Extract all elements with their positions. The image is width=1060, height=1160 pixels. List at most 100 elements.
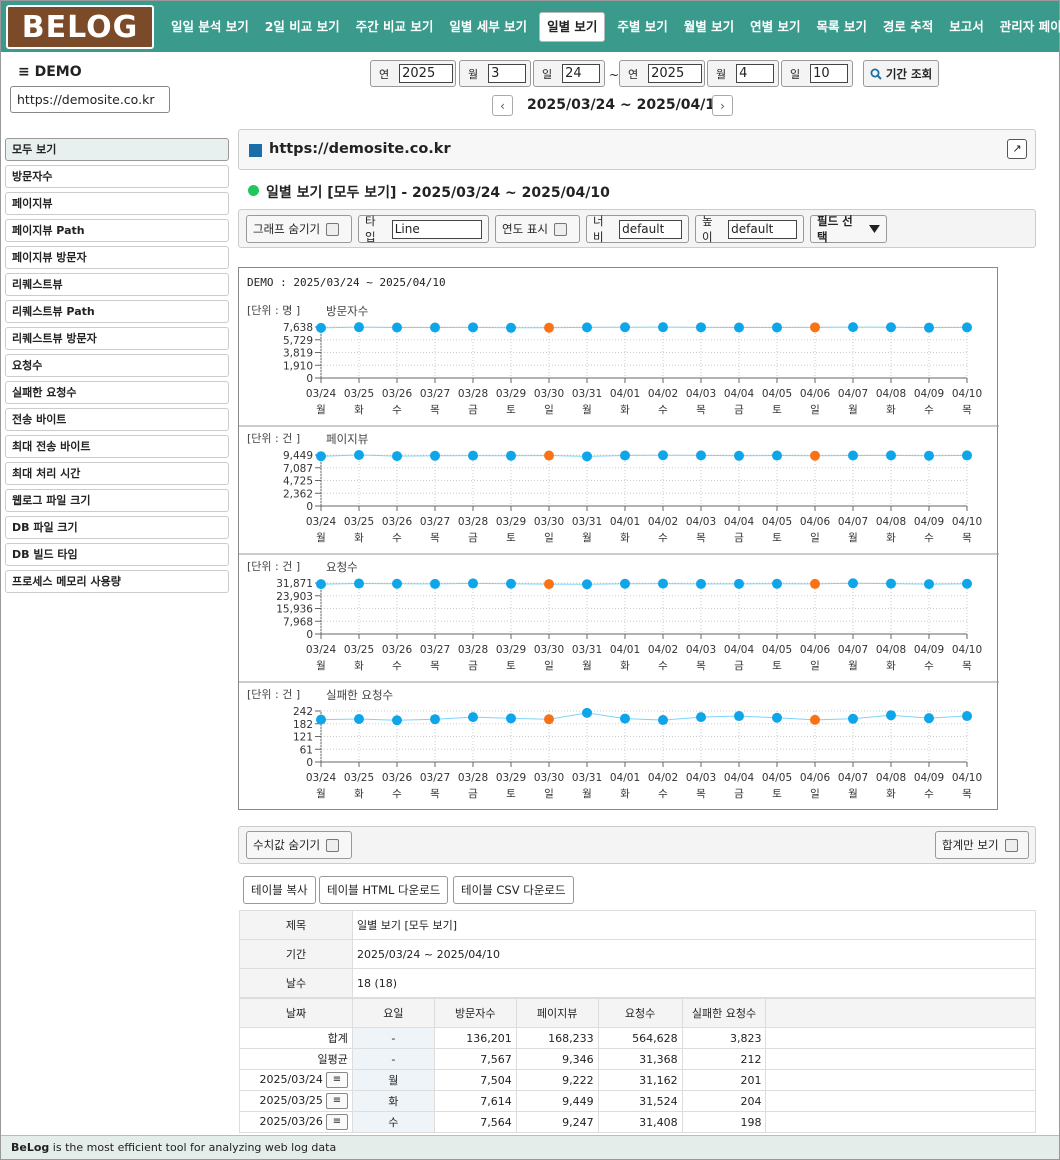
start-day-input[interactable]: 24 <box>562 64 601 83</box>
nav-item[interactable]: 일별 세부 보기 <box>441 12 535 42</box>
data-point[interactable] <box>430 322 440 333</box>
data-point[interactable] <box>848 450 858 461</box>
data-point[interactable] <box>810 578 820 589</box>
data-point[interactable] <box>620 322 630 333</box>
data-point[interactable] <box>696 322 706 333</box>
nav-item[interactable]: 일별 보기 <box>539 11 606 42</box>
site-label[interactable]: ≡ DEMO <box>18 64 82 80</box>
table-copy-button[interactable]: 테이블 복사 <box>243 876 316 904</box>
data-point[interactable] <box>620 578 630 589</box>
width-input[interactable]: default <box>619 219 682 239</box>
nav-item[interactable]: 2일 비교 보기 <box>257 12 348 42</box>
row-detail-button[interactable]: ≡ <box>325 1093 348 1109</box>
height-input[interactable]: default <box>728 219 797 239</box>
end-month-input[interactable]: 4 <box>736 64 775 83</box>
year-display-checkbox[interactable] <box>553 222 567 236</box>
data-point[interactable] <box>506 322 516 333</box>
start-month-input[interactable]: 3 <box>488 64 527 83</box>
data-point[interactable] <box>924 450 934 461</box>
nav-item[interactable]: 주별 보기 <box>609 12 675 42</box>
data-point[interactable] <box>886 710 896 721</box>
type-input[interactable]: Line <box>391 219 482 239</box>
data-point[interactable] <box>392 451 402 462</box>
table-html-download-button[interactable]: 테이블 HTML 다운로드 <box>319 876 449 904</box>
hide-graph-toggle[interactable]: 그래프 숨기기 <box>246 215 352 243</box>
sidebar-item[interactable]: 페이지뷰 Path <box>5 219 229 242</box>
data-point[interactable] <box>696 578 706 589</box>
sidebar-item[interactable]: DB 빌드 타임 <box>5 543 229 566</box>
data-point[interactable] <box>582 579 592 590</box>
sum-only-checkbox[interactable] <box>1004 838 1018 852</box>
data-point[interactable] <box>962 450 972 461</box>
data-point[interactable] <box>544 714 554 725</box>
data-point[interactable] <box>544 322 554 333</box>
sum-only-toggle[interactable]: 합계만 보기 <box>935 831 1029 859</box>
data-point[interactable] <box>962 322 972 333</box>
hide-values-toggle[interactable]: 수치값 숨기기 <box>246 831 352 859</box>
start-year-input[interactable]: 2025 <box>399 64 454 83</box>
data-point[interactable] <box>658 578 668 589</box>
data-point[interactable] <box>354 578 364 589</box>
data-point[interactable] <box>354 450 364 460</box>
data-point[interactable] <box>810 714 820 725</box>
data-point[interactable] <box>620 450 630 461</box>
sidebar-item[interactable]: 리퀘스트뷰 Path <box>5 300 229 323</box>
data-point[interactable] <box>506 578 516 589</box>
data-point[interactable] <box>658 450 668 461</box>
nav-item[interactable]: 경로 추적 <box>875 12 941 42</box>
data-point[interactable] <box>392 322 402 333</box>
data-point[interactable] <box>772 450 782 461</box>
sidebar-item[interactable]: 모두 보기 <box>5 138 229 161</box>
sidebar-item[interactable]: 요청수 <box>5 354 229 377</box>
data-point[interactable] <box>772 322 782 333</box>
data-point[interactable] <box>810 450 820 461</box>
data-point[interactable] <box>316 579 326 590</box>
site-url-field[interactable]: https://demosite.co.kr <box>10 86 170 113</box>
data-point[interactable] <box>734 711 744 722</box>
data-point[interactable] <box>810 322 820 333</box>
data-point[interactable] <box>316 714 326 725</box>
sidebar-item[interactable]: 전송 바이트 <box>5 408 229 431</box>
sidebar-item[interactable]: 페이지뷰 <box>5 192 229 215</box>
data-point[interactable] <box>544 579 554 590</box>
data-point[interactable] <box>468 712 478 723</box>
data-point[interactable] <box>658 715 668 726</box>
data-point[interactable] <box>772 712 782 723</box>
data-point[interactable] <box>582 451 592 462</box>
nav-item[interactable]: 연별 보기 <box>742 12 808 42</box>
data-point[interactable] <box>772 578 782 589</box>
data-point[interactable] <box>392 715 402 726</box>
data-point[interactable] <box>354 322 364 333</box>
data-point[interactable] <box>848 322 858 333</box>
hide-values-checkbox[interactable] <box>326 838 340 852</box>
data-point[interactable] <box>734 322 744 333</box>
data-point[interactable] <box>620 713 630 724</box>
nav-item[interactable]: 보고서 <box>941 12 992 42</box>
data-point[interactable] <box>582 707 592 718</box>
sidebar-item[interactable]: 최대 처리 시간 <box>5 462 229 485</box>
data-point[interactable] <box>392 578 402 589</box>
data-point[interactable] <box>468 450 478 461</box>
sidebar-item[interactable]: 방문자수 <box>5 165 229 188</box>
sidebar-item[interactable]: DB 파일 크기 <box>5 516 229 539</box>
data-point[interactable] <box>316 451 326 462</box>
data-point[interactable] <box>468 322 478 333</box>
hide-graph-checkbox[interactable] <box>326 222 340 236</box>
sidebar-item[interactable]: 실패한 요청수 <box>5 381 229 404</box>
data-point[interactable] <box>430 450 440 461</box>
sidebar-item[interactable]: 페이지뷰 방문자 <box>5 246 229 269</box>
data-point[interactable] <box>696 712 706 723</box>
data-point[interactable] <box>848 713 858 724</box>
nav-item[interactable]: 일일 분석 보기 <box>163 12 257 42</box>
data-point[interactable] <box>886 322 896 333</box>
data-point[interactable] <box>582 322 592 333</box>
data-point[interactable] <box>316 322 326 333</box>
year-display-toggle[interactable]: 연도 표시 <box>495 215 580 243</box>
end-day-input[interactable]: 10 <box>810 64 849 83</box>
data-point[interactable] <box>924 322 934 333</box>
nav-item[interactable]: 주간 비교 보기 <box>348 12 442 42</box>
period-search-button[interactable]: 기간 조회 <box>863 60 939 87</box>
data-point[interactable] <box>544 450 554 461</box>
data-point[interactable] <box>924 713 934 724</box>
prev-period-button[interactable]: ‹ <box>492 95 513 116</box>
